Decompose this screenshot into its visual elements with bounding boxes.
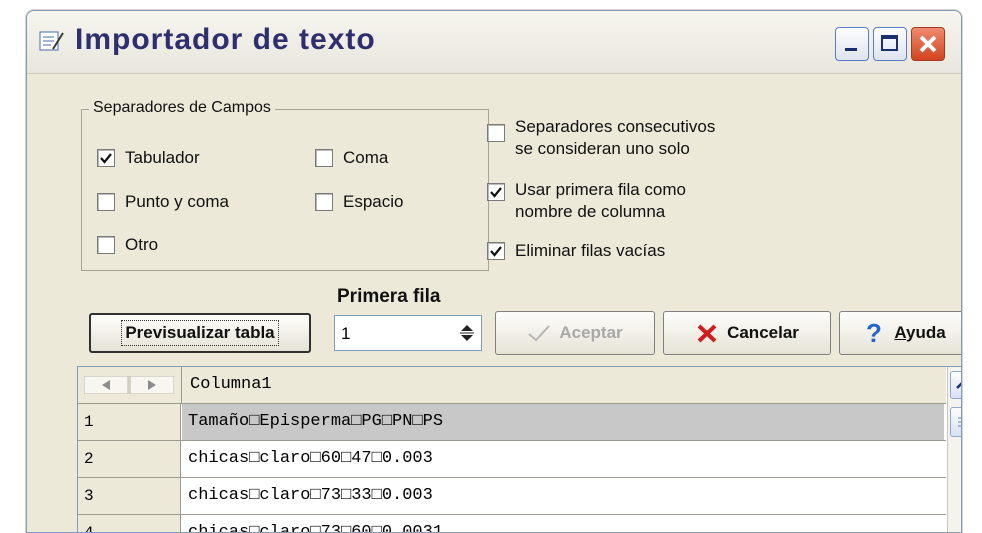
title-bar[interactable]: Importador de texto (27, 11, 961, 74)
cross-icon (697, 324, 717, 343)
checkbox-label: Otro (125, 235, 159, 254)
checkbox-first-row-names[interactable]: Usar primera fila como nombre de columna (487, 179, 686, 223)
checkbox-label: Usar primera fila como nombre de columna (515, 179, 686, 223)
column-nav-arrows-icon[interactable] (84, 376, 174, 394)
row-number[interactable]: 1 (78, 404, 181, 440)
checkbox-tab[interactable]: Tabulador (97, 148, 200, 168)
check-icon (490, 187, 502, 198)
table-row[interactable]: 1 Tamaño□Episperma□PG□PN□PS (78, 404, 946, 441)
table-row[interactable]: 2 chicas□claro□60□47□0.003 (78, 441, 946, 478)
minimize-icon (845, 48, 857, 51)
table-row[interactable]: 4 chicas□claro□73□60□0.0031 (78, 515, 946, 532)
svg-text:?: ? (866, 320, 882, 346)
maximize-icon (881, 35, 898, 51)
table-cell[interactable]: chicas□claro□73□60□0.0031 (182, 515, 944, 532)
accept-label: Aceptar (559, 323, 623, 342)
checkbox-space[interactable]: Espacio (315, 192, 403, 212)
checkbox-label: Tabulador (125, 148, 200, 167)
checkbox-other[interactable]: Otro (97, 235, 158, 255)
importer-window: Importador de texto Separadores de Campo… (26, 10, 962, 533)
minimize-button[interactable] (835, 27, 869, 61)
checkbox-label: Coma (343, 148, 389, 167)
table-cell[interactable]: chicas□claro□73□33□0.003 (182, 478, 944, 514)
app-icon (39, 29, 65, 53)
window-title: Importador de texto (75, 23, 376, 56)
table-cell[interactable]: Tamaño□Episperma□PG□PN□PS (182, 404, 944, 440)
cancel-button[interactable]: Cancelar (663, 311, 831, 355)
help-label-mnemonic: A (894, 323, 906, 342)
close-icon (919, 35, 937, 53)
close-button[interactable] (911, 27, 945, 61)
grid-header: Columna1 (78, 367, 946, 404)
check-icon (100, 153, 112, 164)
checkbox-box[interactable] (487, 183, 505, 201)
field-separators-legend: Separadores de Campos (89, 99, 275, 117)
checkbox-label-line1: Separadores consecutivos (515, 117, 716, 136)
maximize-button[interactable] (873, 27, 907, 61)
checkbox-label-line1: Usar primera fila como (515, 180, 686, 199)
first-row-spinner[interactable] (334, 315, 482, 351)
grip-icon (958, 417, 961, 427)
table-row[interactable]: 3 chicas□claro□73□33□0.003 (78, 478, 946, 515)
accept-button[interactable]: Aceptar (495, 311, 655, 355)
check-icon (490, 246, 502, 257)
chevron-up-icon (956, 382, 961, 389)
checkbox-box[interactable] (97, 149, 115, 167)
help-label: Ayuda (894, 323, 945, 343)
scroll-up-button[interactable] (950, 371, 961, 399)
checkbox-label: Punto y coma (125, 192, 229, 211)
checkbox-remove-empty-rows[interactable]: Eliminar filas vacías (487, 241, 665, 261)
checkbox-label-line2: se consideran uno solo (515, 139, 690, 158)
preview-table-button[interactable]: Previsualizar tabla (89, 313, 311, 353)
checkbox-label-line2: nombre de columna (515, 202, 666, 221)
first-row-input[interactable] (339, 321, 453, 347)
row-number[interactable]: 4 (78, 515, 181, 532)
checkbox-box[interactable] (315, 149, 333, 167)
checkbox-box[interactable] (487, 124, 505, 142)
help-label-rest: yuda (905, 323, 946, 342)
checkbox-semicolon[interactable]: Punto y coma (97, 192, 229, 212)
row-number[interactable]: 2 (78, 441, 181, 477)
help-button[interactable]: ? Ayuda (839, 311, 961, 355)
cancel-label: Cancelar (727, 323, 799, 342)
checkbox-comma[interactable]: Coma (315, 148, 388, 168)
checkbox-consecutive-separators[interactable]: Separadores consecutivos se consideran u… (487, 116, 715, 160)
checkbox-box[interactable] (315, 193, 333, 211)
checkbox-label: Eliminar filas vacías (515, 241, 666, 260)
preview-table-label: Previsualizar tabla (121, 320, 279, 346)
table-cell[interactable]: chicas□claro□60□47□0.003 (182, 441, 944, 477)
checkbox-box[interactable] (97, 193, 115, 211)
checkbox-box[interactable] (97, 236, 115, 254)
preview-grid[interactable]: Columna1 1 Tamaño□Episperma□PG□PN□PS 2 chic… (77, 366, 961, 532)
first-row-label: Primera fila (337, 286, 441, 307)
spinner-arrows-icon[interactable] (457, 322, 477, 344)
checkbox-box[interactable] (487, 242, 505, 260)
checkbox-label: Separadores consecutivos se consideran u… (515, 116, 715, 160)
checkmark-icon (528, 325, 551, 342)
scroll-thumb[interactable] (950, 407, 961, 437)
column-header[interactable]: Columna1 (181, 367, 948, 403)
vertical-scrollbar[interactable] (947, 367, 961, 532)
checkbox-label: Espacio (343, 192, 404, 211)
row-number[interactable]: 3 (78, 478, 181, 514)
question-mark-icon: ? (866, 320, 882, 346)
